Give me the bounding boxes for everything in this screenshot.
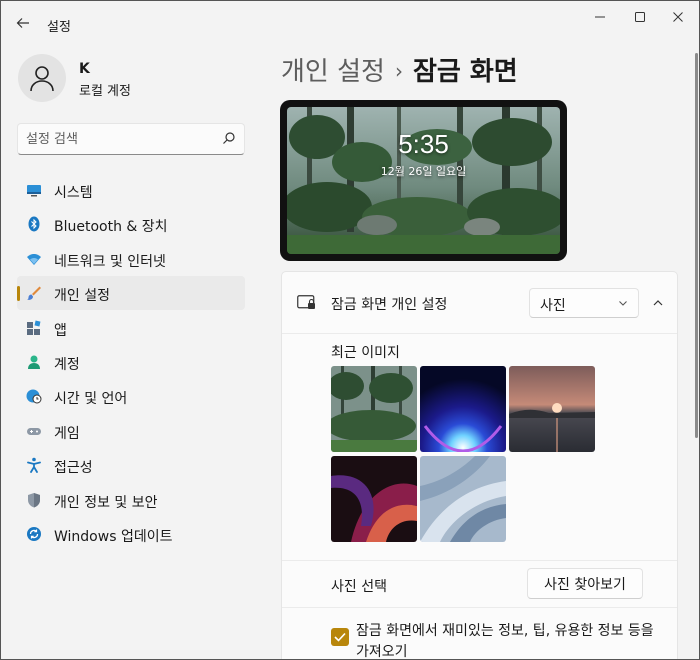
account-name: K bbox=[79, 61, 90, 77]
search-input[interactable] bbox=[26, 129, 216, 149]
sidebar-item-network[interactable]: 네트워크 및 인터넷 bbox=[17, 242, 245, 276]
section-divider bbox=[282, 560, 677, 561]
sidebar-item-windows-update[interactable]: Windows 업데이트 bbox=[17, 517, 245, 551]
apps-icon bbox=[27, 320, 41, 335]
personalize-dropdown[interactable]: 사진 bbox=[529, 288, 639, 318]
recent-image-ribbon[interactable] bbox=[331, 456, 417, 542]
brush-icon bbox=[27, 286, 41, 301]
checkmark-icon bbox=[334, 632, 346, 642]
gamepad-icon bbox=[27, 427, 41, 435]
wifi-icon bbox=[27, 253, 41, 265]
recent-image-waves[interactable] bbox=[420, 456, 506, 542]
recent-image-forest[interactable] bbox=[331, 366, 417, 452]
scrollbar[interactable] bbox=[695, 53, 698, 438]
recent-images-label: 최근 이미지 bbox=[331, 345, 400, 361]
update-icon bbox=[27, 526, 41, 541]
preview-screen: 5:35 12월 26일 일요일 bbox=[287, 107, 560, 254]
lock-screen-preview: 5:35 12월 26일 일요일 bbox=[280, 100, 567, 261]
sidebar-item-label: 게임 bbox=[54, 425, 80, 442]
sidebar-item-bluetooth[interactable]: Bluetooth & 장치 bbox=[17, 207, 245, 241]
sidebar-item-label: 접근성 bbox=[54, 460, 93, 477]
sidebar-item-accessibility[interactable]: 접근성 bbox=[17, 448, 245, 482]
back-button[interactable] bbox=[11, 11, 35, 35]
avatar[interactable] bbox=[18, 54, 66, 102]
sidebar-item-time-language[interactable]: 시간 및 언어 bbox=[17, 379, 245, 413]
title-bar: 설정 bbox=[1, 1, 699, 45]
account-type: 로컬 계정 bbox=[79, 84, 131, 99]
sidebar-item-label: 개인 정보 및 보안 bbox=[54, 494, 158, 511]
sidebar-item-system[interactable]: 시스템 bbox=[17, 173, 245, 207]
settings-window: 설정 K 로컬 계정 설정 검색 시스템 Bluetooth & 장치 네트워크… bbox=[0, 0, 700, 660]
app-title: 설정 bbox=[47, 20, 71, 35]
sidebar-item-label: 개인 설정 bbox=[54, 288, 110, 305]
sidebar-item-label: 계정 bbox=[54, 356, 80, 373]
breadcrumb: 개인 설정 › 잠금 화면 bbox=[281, 51, 518, 88]
sidebar-item-label: 네트워크 및 인터넷 bbox=[54, 253, 166, 270]
recent-image-bloom[interactable] bbox=[420, 366, 506, 452]
sidebar-item-accounts[interactable]: 계정 bbox=[17, 345, 245, 379]
bluetooth-icon bbox=[28, 216, 40, 232]
chevron-down-icon bbox=[619, 301, 627, 306]
page-title: 잠금 화면 bbox=[412, 57, 518, 87]
lock-screen-settings-card: 잠금 화면 개인 설정 사진 최근 이미지 사진 선택 사진 찾아보기 잠금 화… bbox=[281, 271, 678, 660]
close-button[interactable] bbox=[655, 5, 699, 29]
close-icon bbox=[673, 12, 683, 22]
sidebar-item-privacy[interactable]: 개인 정보 및 보안 bbox=[17, 483, 245, 517]
sidebar-item-gaming[interactable]: 게임 bbox=[17, 414, 245, 448]
maximize-icon bbox=[635, 12, 645, 22]
card-title: 잠금 화면 개인 설정 bbox=[331, 297, 448, 313]
search-icon[interactable] bbox=[222, 131, 236, 145]
search-box bbox=[17, 123, 245, 155]
sidebar-item-apps[interactable]: 앱 bbox=[17, 311, 245, 345]
lock-screen-icon bbox=[297, 295, 315, 309]
section-divider bbox=[282, 607, 677, 608]
dropdown-value: 사진 bbox=[540, 298, 566, 314]
back-arrow-icon bbox=[16, 18, 29, 28]
globe-clock-icon bbox=[26, 389, 42, 404]
preview-time: 5:35 bbox=[398, 129, 449, 159]
sidebar-item-label: 앱 bbox=[54, 322, 67, 339]
breadcrumb-parent[interactable]: 개인 설정 bbox=[281, 57, 385, 87]
browse-photos-button[interactable]: 사진 찾아보기 bbox=[527, 568, 643, 599]
sidebar-item-label: Bluetooth & 장치 bbox=[54, 219, 168, 236]
collapse-button[interactable] bbox=[648, 293, 668, 313]
sidebar-item-label: 시간 및 언어 bbox=[54, 391, 128, 408]
fun-facts-label: 잠금 화면에서 재미있는 정보, 팁, 유용한 정보 등을 가져오기 bbox=[356, 623, 654, 660]
photo-select-label: 사진 선택 bbox=[331, 579, 387, 595]
sidebar-item-label: Windows 업데이트 bbox=[54, 528, 173, 545]
minimize-icon bbox=[595, 16, 605, 18]
sidebar-item-label: 시스템 bbox=[54, 185, 93, 201]
preview-date: 12월 26일 일요일 bbox=[380, 165, 467, 178]
accessibility-icon bbox=[27, 457, 41, 474]
sidebar-item-personalization[interactable]: 개인 설정 bbox=[17, 276, 245, 311]
breadcrumb-separator: › bbox=[394, 59, 403, 83]
fun-facts-checkbox[interactable] bbox=[331, 628, 349, 646]
monitor-icon bbox=[27, 185, 41, 197]
shield-icon bbox=[28, 492, 40, 508]
chevron-up-icon bbox=[653, 300, 663, 306]
user-icon bbox=[30, 66, 54, 92]
sidebar-nav: 시스템 Bluetooth & 장치 네트워크 및 인터넷 개인 설정 앱 계정… bbox=[17, 173, 245, 551]
recent-image-sunset[interactable] bbox=[509, 366, 595, 452]
person-icon bbox=[28, 355, 40, 369]
card-header[interactable]: 잠금 화면 개인 설정 사진 bbox=[282, 272, 677, 334]
